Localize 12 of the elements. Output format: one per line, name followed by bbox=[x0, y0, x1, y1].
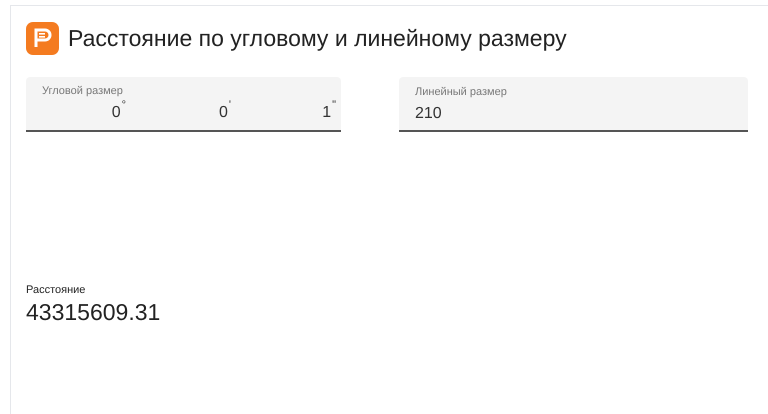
angle-part-field[interactable]: 0' bbox=[218, 100, 231, 124]
field-value: 210 bbox=[415, 104, 443, 124]
angle-part-field[interactable]: 0° bbox=[112, 100, 126, 124]
linear-size-field[interactable]: Линейный размер 210 bbox=[399, 76, 748, 132]
result-label: Расстояние bbox=[26, 282, 86, 298]
angle-part-field[interactable]: 1" bbox=[322, 100, 336, 124]
page-title: Расстояние по угловому и линейному размеру bbox=[68, 24, 567, 53]
field-label: Угловой размер bbox=[42, 84, 123, 98]
field-label: Линейный размер bbox=[415, 84, 508, 98]
angular-size-field[interactable]: Угловой размер 0° 0' 1" bbox=[26, 76, 341, 132]
app-logo-icon bbox=[26, 22, 59, 55]
result-value: 43315609.31 bbox=[26, 298, 162, 326]
